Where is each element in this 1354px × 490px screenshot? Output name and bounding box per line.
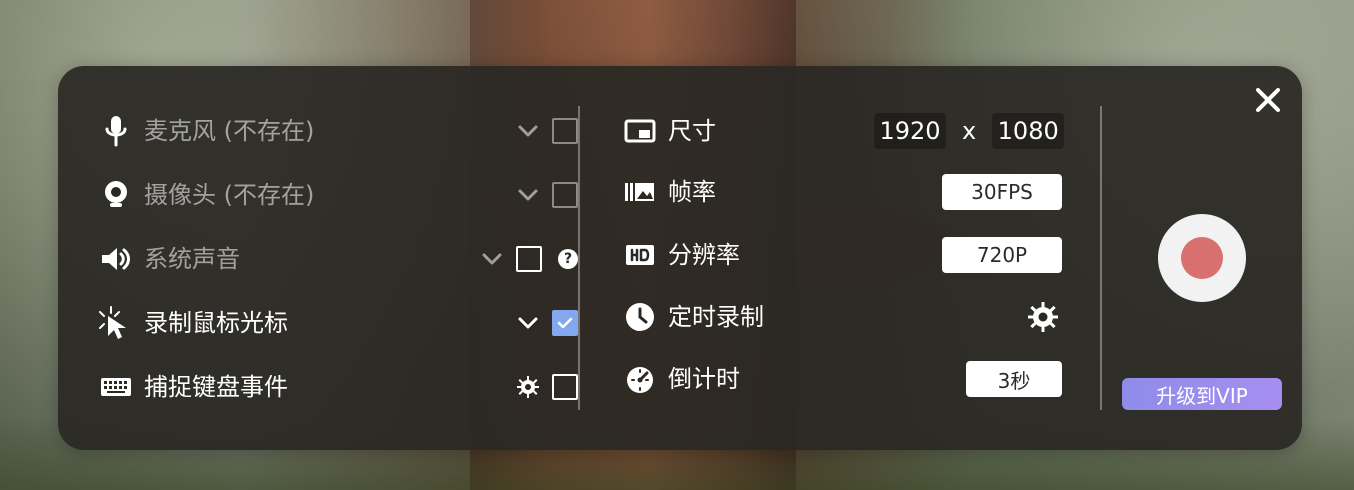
system-sound-controls: ? <box>480 239 578 279</box>
record-dot-icon <box>1181 237 1223 279</box>
clock-icon <box>622 299 658 335</box>
right-column-divider <box>1100 106 1102 410</box>
chevron-down-icon <box>518 125 538 137</box>
microphone-label: 麦克风 (不存在) <box>144 117 315 145</box>
countdown-select[interactable]: 3秒 <box>966 361 1062 397</box>
camera-controls <box>516 175 578 215</box>
camera-checkbox[interactable] <box>552 182 578 208</box>
system-sound-dropdown-chevron[interactable] <box>480 247 504 271</box>
close-icon <box>1256 88 1280 112</box>
framerate-setting-row: 帧率 30FPS <box>622 172 1062 212</box>
gear-icon <box>517 376 539 398</box>
resolution-label: 分辨率 <box>668 241 740 269</box>
system-sound-option-row: 系统声音 ? <box>98 239 578 279</box>
keyboard-capture-option-row: 捕捉键盘事件 <box>98 367 578 407</box>
microphone-option-row: 麦克风 (不存在) <box>98 111 578 151</box>
camera-option-row: 摄像头 (不存在) <box>98 175 578 215</box>
left-column-divider <box>578 106 580 410</box>
keyboard-settings-button[interactable] <box>516 375 540 399</box>
countdown-setting-row: 倒计时 3秒 <box>622 359 1062 399</box>
scheduled-recording-settings-button[interactable] <box>1026 300 1060 334</box>
cursor-record-controls <box>516 303 578 343</box>
hd-icon <box>622 237 658 273</box>
system-sound-checkbox[interactable] <box>516 246 542 272</box>
width-input[interactable]: 1920 <box>874 113 946 149</box>
speaker-icon <box>98 241 134 277</box>
size-setting-row: 尺寸 1920 x 1080 <box>622 111 1065 151</box>
gear-icon <box>1028 302 1058 332</box>
size-label: 尺寸 <box>668 117 716 145</box>
close-button[interactable] <box>1252 84 1284 116</box>
camera-dropdown-chevron[interactable] <box>516 183 540 207</box>
scheduled-recording-label: 定时录制 <box>668 303 764 331</box>
cursor-click-icon <box>98 305 134 341</box>
size-separator: x <box>962 117 977 145</box>
checkmark-icon <box>557 317 573 329</box>
microphone-checkbox[interactable] <box>552 118 578 144</box>
help-icon[interactable]: ? <box>558 249 578 269</box>
framerate-label: 帧率 <box>668 178 716 206</box>
stopwatch-icon <box>622 361 658 397</box>
countdown-label: 倒计时 <box>668 365 740 393</box>
height-input[interactable]: 1080 <box>992 113 1065 149</box>
keyboard-capture-controls <box>516 367 578 407</box>
recording-control-panel: 麦克风 (不存在) 摄像头 (不存在) 系统声音 ? 录制鼠标光标 捕捉键盘事件… <box>58 66 1302 450</box>
system-sound-label: 系统声音 <box>144 245 240 273</box>
keyboard-icon <box>98 369 134 405</box>
framerate-select[interactable]: 30FPS <box>942 174 1062 210</box>
chevron-down-icon <box>518 189 538 201</box>
keyboard-capture-label: 捕捉键盘事件 <box>144 373 288 401</box>
keyboard-capture-checkbox[interactable] <box>552 374 578 400</box>
cursor-record-dropdown-chevron[interactable] <box>516 311 540 335</box>
picture-in-picture-icon <box>622 113 658 149</box>
camera-label: 摄像头 (不存在) <box>144 181 315 209</box>
microphone-icon <box>98 113 134 149</box>
resolution-setting-row: 分辨率 720P <box>622 235 1062 275</box>
resolution-select[interactable]: 720P <box>942 237 1062 273</box>
webcam-icon <box>98 177 134 213</box>
cursor-record-label: 录制鼠标光标 <box>144 309 288 337</box>
chevron-down-icon <box>518 317 538 329</box>
record-button[interactable] <box>1158 214 1246 302</box>
upgrade-vip-button[interactable]: 升级到VIP <box>1122 378 1282 410</box>
size-inputs: 1920 x 1080 <box>874 111 1065 151</box>
cursor-record-option-row: 录制鼠标光标 <box>98 303 578 343</box>
framerate-icon <box>622 174 658 210</box>
cursor-record-checkbox[interactable] <box>552 310 578 336</box>
scheduled-recording-row: 定时录制 <box>622 297 1062 337</box>
microphone-controls <box>516 111 578 151</box>
microphone-dropdown-chevron[interactable] <box>516 119 540 143</box>
chevron-down-icon <box>482 253 502 265</box>
